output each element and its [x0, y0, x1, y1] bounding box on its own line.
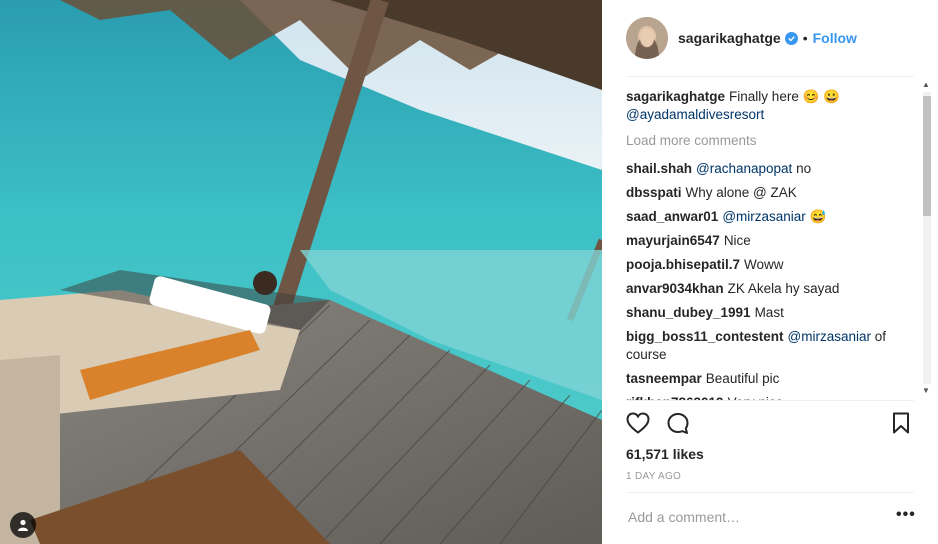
comment-row: pooja.bhisepatil.7 Woww: [626, 256, 918, 274]
caption: sagarikaghatge Finally here 😊 😀 @ayadamal…: [626, 88, 918, 124]
comment-username[interactable]: pooja.bhisepatil.7: [626, 257, 740, 272]
comment-row: dbsspati Why alone @ ZAK: [626, 184, 918, 202]
comment-text: no: [792, 161, 812, 176]
comment-mention[interactable]: @mirzasaniar: [722, 209, 805, 224]
comment-text: Nice: [723, 233, 751, 248]
caption-username[interactable]: sagarikaghatge: [626, 89, 725, 104]
comment-row: mayurjain6547 Nice: [626, 232, 918, 250]
comment-username[interactable]: shail.shah: [626, 161, 692, 176]
comments-scrollbar[interactable]: ▲ ▼: [920, 78, 934, 400]
scroll-up-arrow-icon[interactable]: ▲: [922, 80, 930, 89]
caption-mention[interactable]: @ayadamaldivesresort: [626, 107, 764, 122]
comment-text: Mast: [754, 305, 784, 320]
comment-username[interactable]: saad_anwar01: [626, 209, 718, 224]
post-date: 1 DAY AGO: [626, 471, 682, 482]
scroll-down-arrow-icon[interactable]: ▼: [922, 386, 930, 395]
separator-dot: •: [802, 30, 808, 46]
post-actions: [626, 410, 914, 438]
caption-text: Finally here 😊 😀: [729, 89, 840, 104]
comment-text: Why alone @ ZAK: [685, 185, 797, 200]
comment-username[interactable]: shanu_dubey_1991: [626, 305, 751, 320]
username[interactable]: sagarikaghatge: [678, 30, 781, 46]
user-tag-icon[interactable]: [10, 512, 36, 538]
comment-bubble-icon[interactable]: [666, 412, 690, 441]
comment-mention[interactable]: @rachanapopat: [696, 161, 792, 176]
load-more-comments-button[interactable]: Load more comments: [626, 132, 918, 150]
comment-username[interactable]: mayurjain6547: [626, 233, 720, 248]
likes-count[interactable]: 61,571 likes: [626, 446, 704, 462]
photo-scene: [0, 0, 602, 544]
divider: [626, 400, 914, 401]
post-photo[interactable]: [0, 0, 602, 544]
follow-button[interactable]: Follow: [813, 30, 857, 46]
comment-text: Woww: [744, 257, 784, 272]
divider: [626, 492, 914, 493]
comment-username[interactable]: tasneempar: [626, 371, 702, 386]
comment-row: tasneempar Beautiful pic: [626, 370, 918, 388]
post-header: sagarikaghatge • Follow: [626, 16, 914, 60]
more-options-button[interactable]: •••: [896, 506, 916, 524]
comment-username[interactable]: anvar9034khan: [626, 281, 724, 296]
comments-list[interactable]: sagarikaghatge Finally here 😊 😀 @ayadamal…: [626, 88, 918, 400]
comment-mention[interactable]: @mirzasaniar: [788, 329, 871, 344]
comment-username[interactable]: bigg_boss11_contestent: [626, 329, 784, 344]
heart-icon[interactable]: [626, 412, 650, 439]
comment-text: 😅: [805, 209, 827, 224]
scroll-thumb[interactable]: [923, 96, 931, 216]
verified-badge-icon: [784, 31, 798, 45]
comment-username[interactable]: dbsspati: [626, 185, 682, 200]
comment-row: bigg_boss11_contestent @mirzasaniar of co…: [626, 328, 918, 364]
bookmark-icon[interactable]: [892, 412, 910, 439]
comment-row: shanu_dubey_1991 Mast: [626, 304, 918, 322]
comment-text: ZK Akela hy sayad: [727, 281, 840, 296]
comment-text: Beautiful pic: [705, 371, 780, 386]
comment-row: shail.shah @rachanapopat no: [626, 160, 918, 178]
avatar[interactable]: [626, 17, 668, 59]
comment-row: anvar9034khan ZK Akela hy sayad: [626, 280, 918, 298]
comment-row: saad_anwar01 @mirzasaniar 😅: [626, 208, 918, 226]
divider: [626, 76, 914, 77]
add-comment-input[interactable]: [626, 508, 880, 526]
